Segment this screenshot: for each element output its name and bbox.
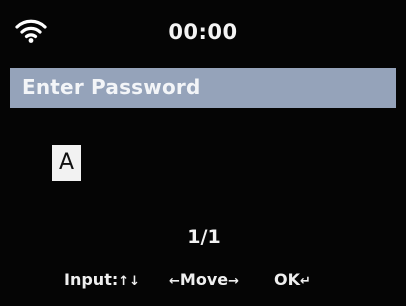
enter-arrow-icon: ↵: [300, 274, 311, 289]
ok-hint-label: OK: [274, 270, 300, 289]
page-indicator: 1/1: [187, 226, 221, 248]
page-title: Enter Password: [22, 75, 201, 99]
password-char-field[interactable]: A: [52, 145, 81, 181]
title-bar: Enter Password: [10, 68, 396, 108]
device-screen: 00:00 Enter Password A 1/1 Input:↑↓ ←Mov…: [0, 0, 406, 306]
clock: 00:00: [168, 20, 238, 44]
up-down-arrow-icon: ↑↓: [118, 274, 141, 289]
input-hint: Input:↑↓: [64, 270, 140, 289]
ok-hint: OK↵: [274, 270, 311, 289]
left-arrow-icon: ←: [169, 274, 180, 289]
right-arrow-icon: →: [228, 274, 240, 289]
move-hint-label: Move: [179, 270, 229, 289]
move-hint: ←Move→: [169, 270, 239, 289]
wifi-icon: [14, 16, 48, 44]
key-hints-bar: Input:↑↓ ←Move→ OK↵: [0, 266, 406, 292]
input-hint-label: Input:: [64, 270, 119, 289]
